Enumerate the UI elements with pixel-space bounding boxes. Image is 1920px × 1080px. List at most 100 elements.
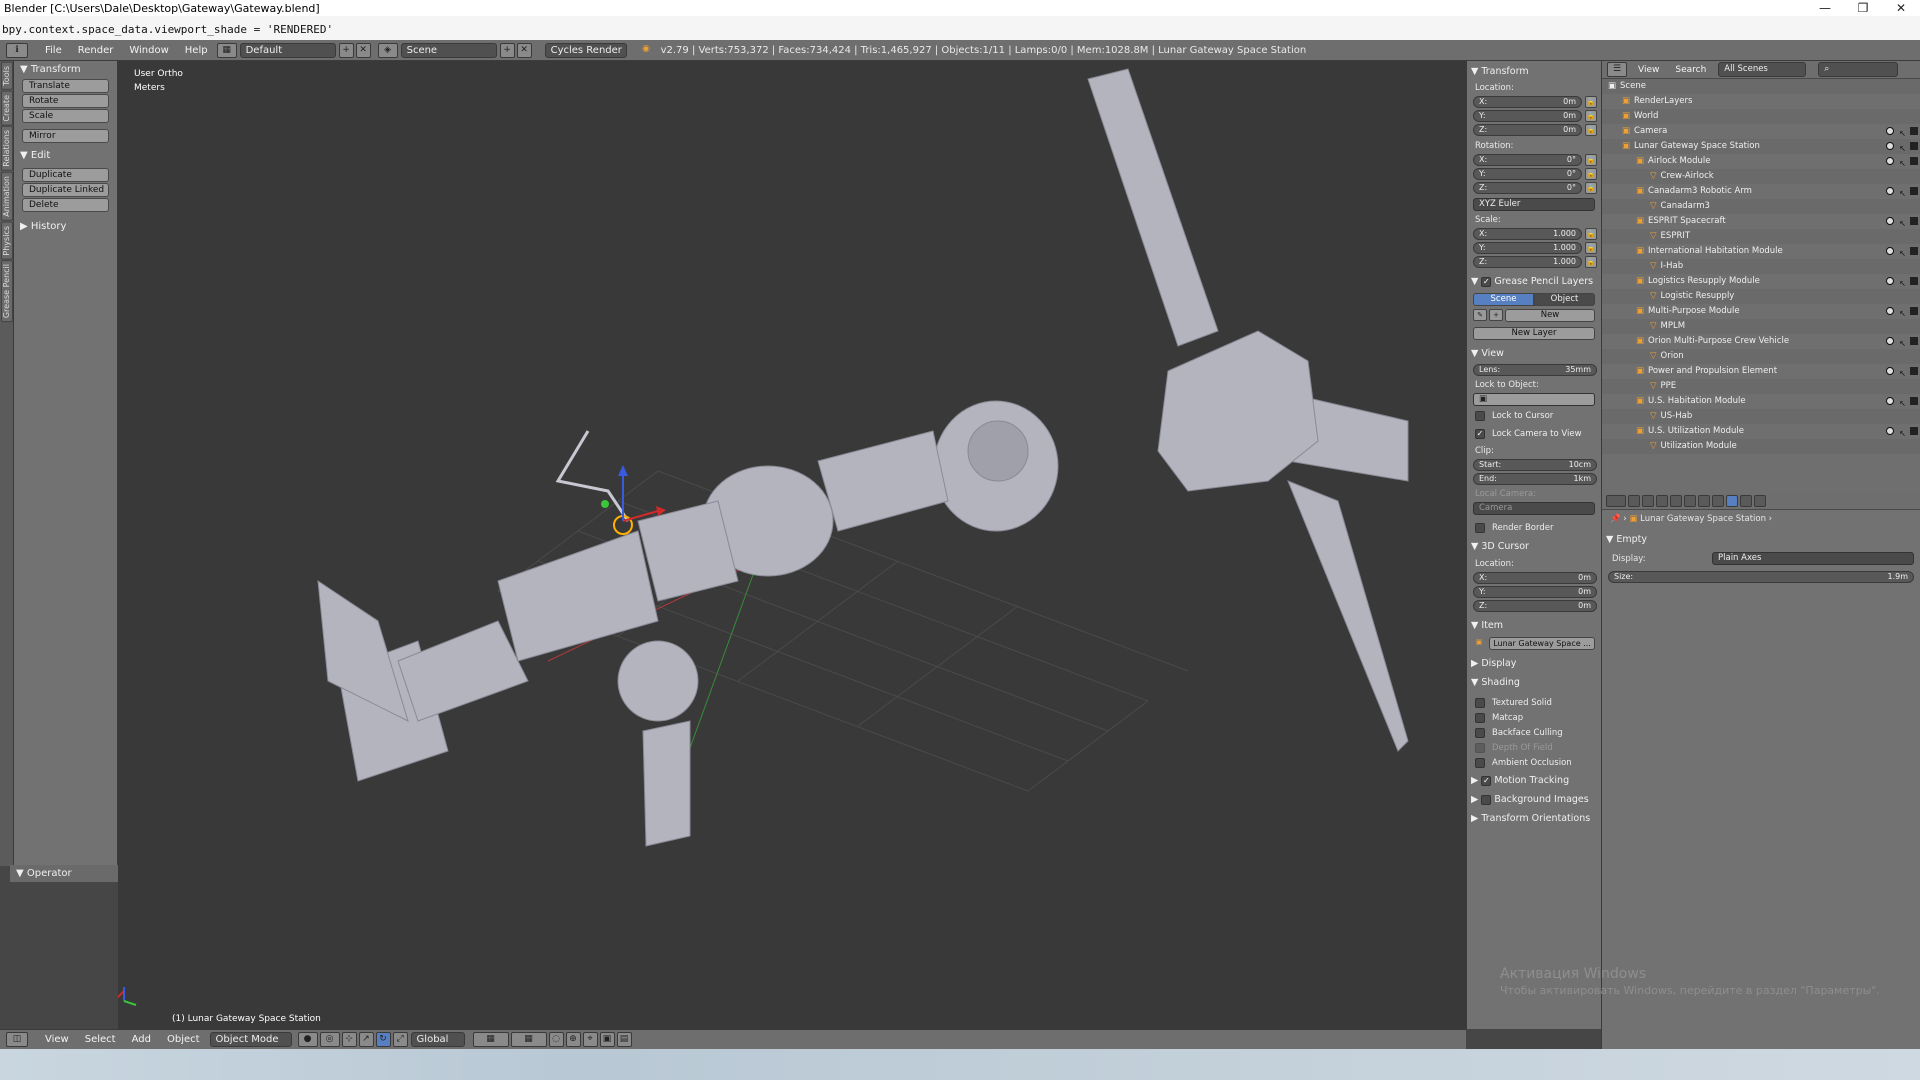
rot-x-lock-icon[interactable]: 🔒 [1585,154,1597,166]
delete-button[interactable]: Delete [22,198,109,212]
visibility-icon[interactable] [1886,187,1894,195]
data-tab-icon[interactable] [1726,495,1738,507]
scene-icon[interactable]: ◈ [377,42,398,58]
clip-start-field[interactable]: Start: 10cm [1473,459,1597,471]
scl-y-lock-icon[interactable]: 🔒 [1585,242,1597,254]
object-tab-icon[interactable] [1684,495,1696,507]
minimize-button[interactable]: — [1806,1,1844,15]
y-arrow-head-icon[interactable] [601,500,609,508]
properties-editor-icon[interactable] [1606,495,1626,507]
tab-physics[interactable]: Physics [1,221,13,260]
menu-file[interactable]: File [37,45,70,56]
outliner-row[interactable]: ▣ Canadarm3 Robotic Arm ↖ [1602,184,1920,199]
shading-section-header[interactable]: ▼ Shading [1467,675,1601,691]
physics-tab-icon[interactable] [1754,495,1766,507]
ambient-occlusion-checkbox[interactable] [1475,757,1485,768]
rot-y-lock-icon[interactable]: 🔒 [1585,168,1597,180]
outliner-row[interactable]: ▣ ESPRIT Spacecraft ↖ [1602,214,1920,229]
rotate-button[interactable]: Rotate [22,94,109,108]
lens-field[interactable]: Lens: 35mm [1473,364,1597,376]
outliner-row[interactable]: ▽ Crew-Airlock [1602,169,1920,184]
renderable-icon[interactable] [1910,277,1918,285]
visibility-icon[interactable] [1886,367,1894,375]
manipulator-icon[interactable]: ⊹ [341,1032,357,1047]
outliner-row[interactable]: ▣ Power and Propulsion Element ↖ [1602,364,1920,379]
pin-icon[interactable]: 📌 [1610,514,1621,524]
render-border-row[interactable]: Render Border [1475,522,1595,533]
outliner-row[interactable]: ▣ U.S. Utilization Module ↖ [1602,424,1920,439]
outliner-row[interactable]: ▣ Lunar Gateway Space Station ↖ [1602,139,1920,154]
view-section-header[interactable]: ▼ View [1467,346,1601,362]
visibility-icon[interactable] [1886,127,1894,135]
z-arrow-head-icon[interactable] [618,465,628,476]
empty-size-field[interactable]: Size: 1.9m [1608,571,1914,583]
tab-animation[interactable]: Animation [1,172,13,221]
menu-object[interactable]: Object [159,1034,208,1045]
scl-y-field[interactable]: Y: 1.000 [1473,242,1582,254]
visibility-icon[interactable] [1886,307,1894,315]
render-layers-tab-icon[interactable] [1642,495,1654,507]
outliner-row[interactable]: ▽ Orion [1602,349,1920,364]
loc-z-lock-icon[interactable]: 🔒 [1585,124,1597,136]
world-tab-icon[interactable] [1670,495,1682,507]
depth-of-field-row[interactable]: Depth Of Field [1475,742,1595,753]
outliner-row[interactable]: ▽ US-Hab [1602,409,1920,424]
visibility-icon[interactable] [1886,427,1894,435]
outliner-row[interactable]: ▣ World [1602,109,1920,124]
cur-y-field[interactable]: Y: 0m [1473,586,1597,598]
matcap-checkbox[interactable] [1475,712,1485,723]
gp-object-button[interactable]: Object [1534,293,1595,306]
space-station-model[interactable] [317,68,1409,847]
outliner-view-menu[interactable]: View [1632,65,1665,75]
loc-x-field[interactable]: X: 0m [1473,96,1582,108]
matcap-row[interactable]: Matcap [1475,712,1595,723]
outliner-row[interactable]: ▣ Logistics Resupply Module ↖ [1602,274,1920,289]
outliner-row[interactable]: ▽ I-Hab [1602,259,1920,274]
viewport-editor-icon[interactable]: ◫ [6,1032,28,1047]
menu-select[interactable]: Select [77,1034,124,1045]
render-preview-icon[interactable]: ▣ [599,1032,615,1047]
add-scene-icon[interactable]: + [499,42,515,58]
outliner-row[interactable]: ▽ ESPRIT [1602,229,1920,244]
scl-x-field[interactable]: X: 1.000 [1473,228,1582,240]
edit-panel-header[interactable]: ▼ Edit [14,147,117,164]
outliner-row[interactable]: ▽ Logistic Resupply [1602,289,1920,304]
rot-y-field[interactable]: Y: 0° [1473,168,1582,180]
layers-grid-icon[interactable]: ▦ [472,1032,509,1047]
scl-z-lock-icon[interactable]: 🔒 [1585,256,1597,268]
outliner-row[interactable]: ▣ Multi-Purpose Module ↖ [1602,304,1920,319]
renderable-icon[interactable] [1910,217,1918,225]
history-panel-header[interactable]: ▶ History [14,218,117,235]
constraints-tab-icon[interactable] [1698,495,1710,507]
renderable-icon[interactable] [1910,367,1918,375]
empty-display-select[interactable]: Plain Axes [1712,552,1914,565]
lock-object-field[interactable]: ▣ [1473,393,1595,406]
layout-icon[interactable]: ▦ [216,42,237,58]
grease-pencil-section-header[interactable]: ▼ ✓ Grease Pencil Layers [1467,274,1601,290]
rot-z-field[interactable]: Z: 0° [1473,182,1582,194]
background-images-checkbox[interactable] [1481,794,1492,805]
orientation-select[interactable]: Global [410,1032,465,1047]
cur-z-field[interactable]: Z: 0m [1473,600,1597,612]
render-tab-icon[interactable] [1628,495,1640,507]
outliner-search-menu[interactable]: Search [1669,65,1712,75]
tab-tools[interactable]: Tools [1,62,13,90]
mirror-button[interactable]: Mirror [22,129,109,143]
grease-pencil-checkbox[interactable]: ✓ [1481,276,1492,287]
lock-cursor-checkbox[interactable] [1475,410,1485,421]
cur-x-field[interactable]: X: 0m [1473,572,1597,584]
renderable-icon[interactable] [1910,142,1918,150]
pencil-icon[interactable]: ✎ [1473,309,1487,321]
rotate-manip-icon[interactable]: ↻ [375,1032,391,1047]
scl-x-lock-icon[interactable]: 🔒 [1585,228,1597,240]
remove-scene-icon[interactable]: ✕ [516,42,532,58]
snap-icon[interactable]: ⊕ [565,1032,581,1047]
visibility-icon[interactable] [1886,142,1894,150]
menu-render[interactable]: Render [70,45,122,56]
backface-culling-row[interactable]: Backface Culling [1475,727,1595,738]
motion-tracking-header[interactable]: ▶ ✓ Motion Tracking [1467,773,1601,789]
cursor-section-header[interactable]: ▼ 3D Cursor [1467,539,1601,555]
item-name-field[interactable]: Lunar Gateway Space ... [1489,637,1595,650]
maximize-button[interactable]: ❐ [1844,1,1882,15]
proportional-icon[interactable]: ◌ [548,1032,564,1047]
